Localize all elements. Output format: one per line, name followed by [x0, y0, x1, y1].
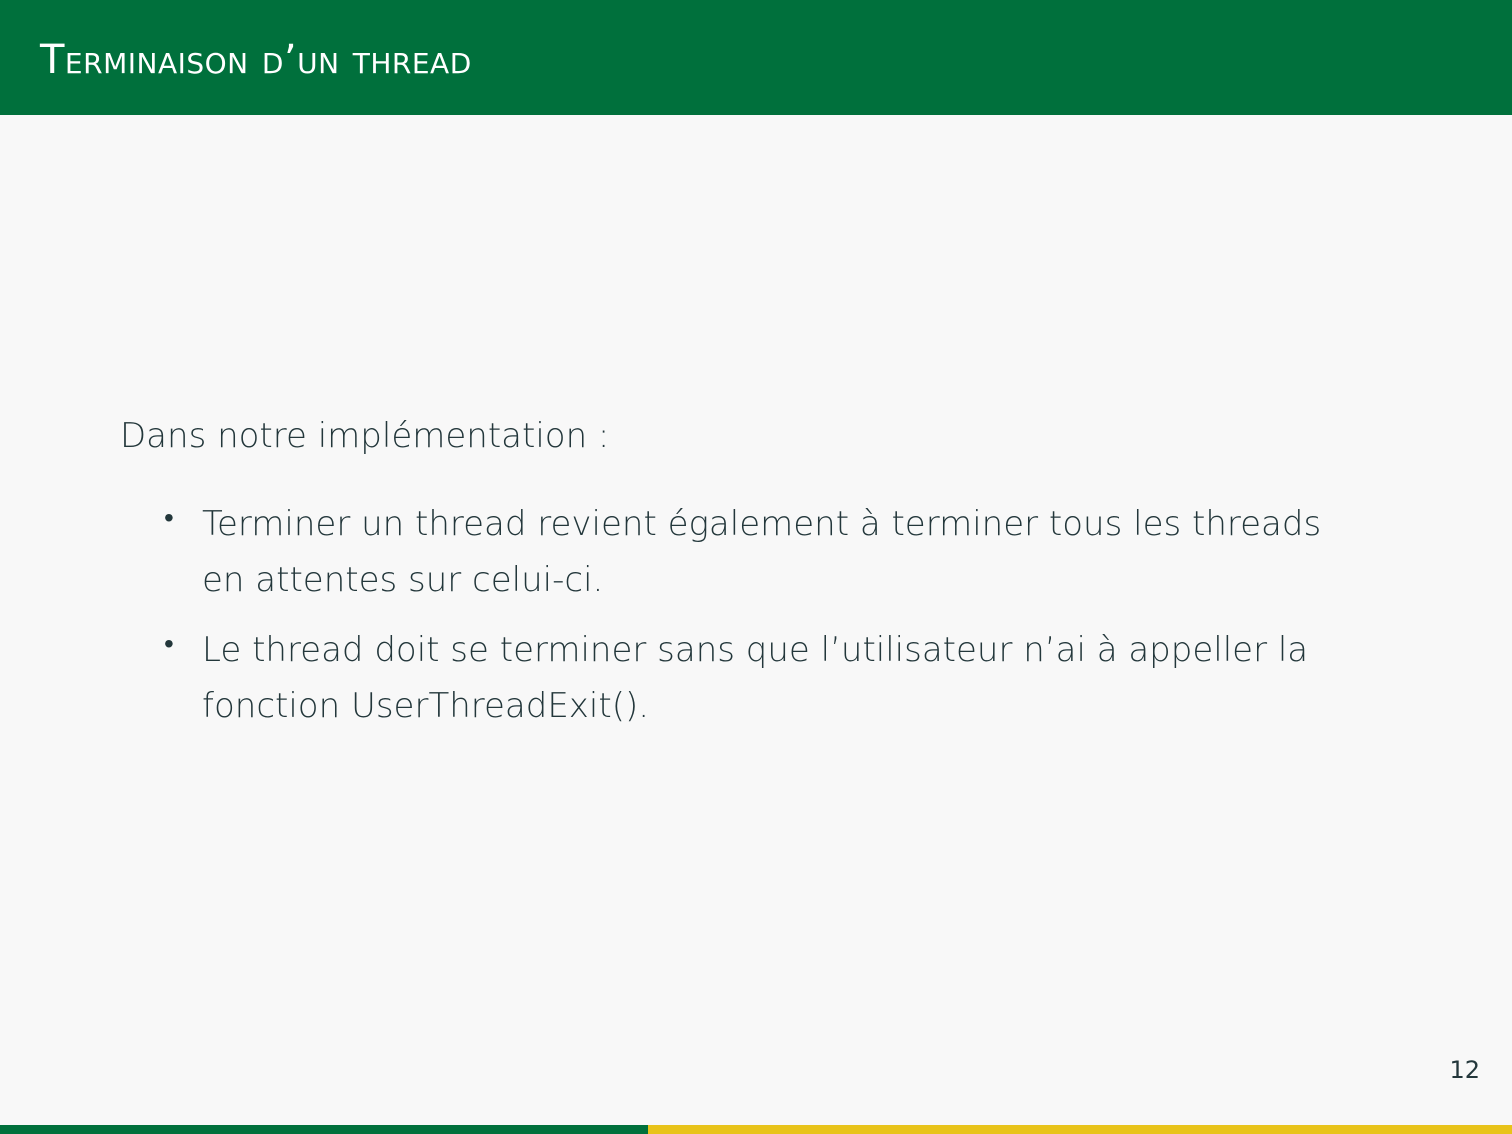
page-number: 12 — [1449, 1056, 1480, 1084]
bullet-text: Terminer un thread revient également à t… — [202, 504, 1322, 600]
bullet-marker-icon: • — [164, 501, 174, 534]
slide: { "slide": { "title": "Terminaison d’un … — [0, 0, 1512, 1134]
intro-text: Dans notre implémentation : — [120, 416, 610, 456]
footer-bar-left — [0, 1125, 648, 1134]
footer-progress-bar — [0, 1125, 1512, 1134]
bullet-text: Le thread doit se terminer sans que l’ut… — [202, 630, 1309, 726]
slide-header: Terminaison d’un thread — [0, 0, 1512, 115]
slide-title: Terminaison d’un thread — [40, 37, 472, 83]
footer-bar-right — [648, 1125, 1512, 1134]
bullet-list: • Terminer un thread revient également à… — [120, 496, 1410, 734]
bullet-marker-icon: • — [164, 627, 174, 660]
slide-content: Dans notre implémentation : • Terminer u… — [120, 410, 1410, 748]
bullet-item: • Le thread doit se terminer sans que l’… — [120, 622, 1372, 734]
bullet-item: • Terminer un thread revient également à… — [120, 496, 1372, 608]
